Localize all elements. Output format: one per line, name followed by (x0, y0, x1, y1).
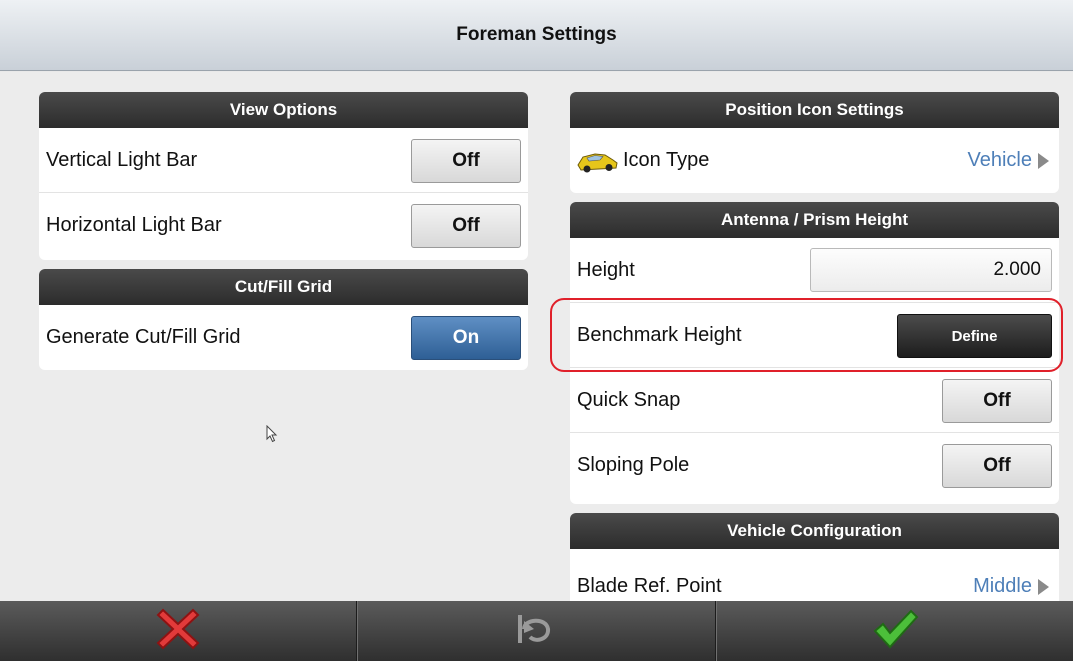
sloping-pole-row: Sloping Pole Off (570, 433, 1059, 498)
green-check-icon (871, 607, 919, 656)
vertical-light-bar-toggle[interactable]: Off (411, 139, 521, 183)
vertical-light-bar-row: Vertical Light Bar Off (39, 128, 528, 193)
icon-type-label: Icon Type (623, 149, 710, 171)
blade-ref-point-row[interactable]: Blade Ref. Point Middle (570, 549, 1059, 601)
bottom-action-bar (0, 601, 1073, 661)
quick-snap-row: Quick Snap Off (570, 368, 1059, 433)
cancel-button[interactable] (0, 601, 358, 661)
page-title: Foreman Settings (456, 24, 617, 45)
vehicle-config-header: Vehicle Configuration (570, 513, 1059, 549)
undo-icon (514, 609, 558, 654)
icon-type-value[interactable]: Vehicle (967, 149, 1049, 172)
quick-snap-label: Quick Snap (577, 388, 681, 411)
cut-fill-grid-panel: Cut/Fill Grid Generate Cut/Fill Grid On (39, 269, 528, 370)
position-icon-panel: Position Icon Settings Icon Type Vehicle (570, 92, 1059, 193)
title-bar: Foreman Settings (0, 0, 1073, 71)
blade-ref-point-value[interactable]: Middle (973, 575, 1049, 598)
generate-cut-fill-grid-row: Generate Cut/Fill Grid On (39, 305, 528, 370)
view-options-header: View Options (39, 92, 528, 128)
horizontal-light-bar-row: Horizontal Light Bar Off (39, 193, 528, 258)
sloping-pole-label: Sloping Pole (577, 454, 690, 476)
quick-snap-toggle[interactable]: Off (942, 379, 1052, 423)
blade-ref-point-value-text: Middle (973, 575, 1032, 597)
horizontal-light-bar-label: Horizontal Light Bar (46, 214, 222, 236)
chevron-right-icon (1038, 578, 1049, 595)
generate-cut-fill-grid-label: Generate Cut/Fill Grid (46, 326, 241, 348)
blade-ref-point-label: Blade Ref. Point (577, 575, 722, 597)
chevron-right-icon (1038, 152, 1049, 169)
generate-cut-fill-grid-toggle[interactable]: On (411, 316, 521, 360)
antenna-panel: Antenna / Prism Height Height 2.000 Benc… (570, 202, 1059, 504)
cut-fill-grid-header: Cut/Fill Grid (39, 269, 528, 305)
vehicle-config-panel: Vehicle Configuration Blade Ref. Point M… (570, 513, 1059, 601)
height-label: Height (577, 258, 635, 281)
icon-type-value-text: Vehicle (967, 149, 1033, 171)
benchmark-height-label: Benchmark Height (577, 323, 742, 346)
icon-type-row[interactable]: Icon Type Vehicle (570, 128, 1059, 193)
position-icon-header: Position Icon Settings (570, 92, 1059, 128)
benchmark-height-row: Benchmark Height Define (570, 303, 1059, 368)
red-x-icon (155, 606, 201, 657)
vertical-light-bar-label: Vertical Light Bar (46, 148, 198, 171)
define-button[interactable]: Define (897, 314, 1052, 358)
height-row: Height 2.000 (570, 238, 1059, 303)
undo-button[interactable] (357, 601, 716, 661)
mouse-cursor-icon (266, 424, 278, 448)
settings-content: View Options Vertical Light Bar Off Hori… (0, 72, 1073, 601)
horizontal-light-bar-toggle[interactable]: Off (411, 204, 521, 248)
view-options-panel: View Options Vertical Light Bar Off Hori… (39, 92, 528, 260)
height-input[interactable]: 2.000 (810, 248, 1052, 292)
confirm-button[interactable] (715, 601, 1073, 661)
car-icon (575, 147, 619, 175)
antenna-header: Antenna / Prism Height (570, 202, 1059, 238)
sloping-pole-toggle[interactable]: Off (942, 444, 1052, 488)
